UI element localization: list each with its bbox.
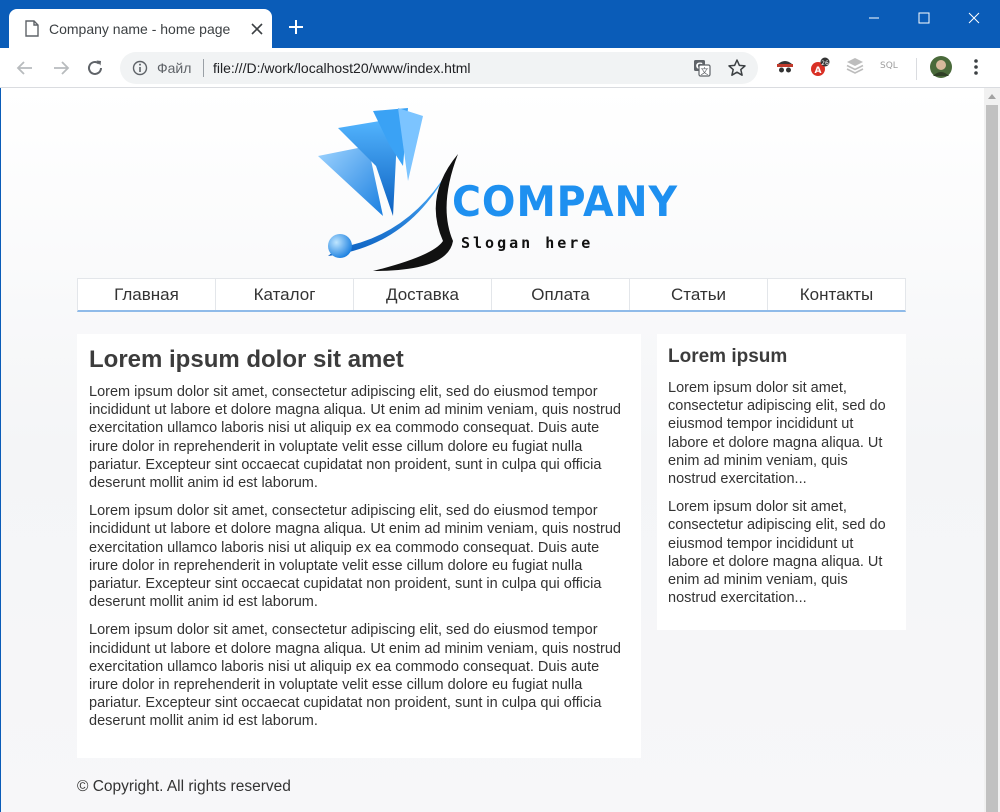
main-content: Lorem ipsum dolor sit amet Lorem ipsum d…: [77, 334, 641, 758]
company-logo[interactable]: COMPANY Slogan here: [298, 106, 688, 276]
address-bar[interactable]: Файл file:///D:/work/localhost20/www/ind…: [120, 52, 758, 84]
svg-text:Slogan here: Slogan here: [461, 234, 593, 252]
svg-text:文: 文: [701, 66, 709, 76]
sql-icon[interactable]: SQL: [880, 61, 898, 71]
layers-icon[interactable]: [845, 56, 865, 76]
profile-avatar[interactable]: [929, 55, 953, 79]
spy-icon[interactable]: [775, 56, 795, 76]
page-viewport: COMPANY Slogan here Главная Каталог Дост…: [0, 88, 984, 812]
tab-title: Company name - home page: [49, 21, 231, 37]
nav-item-home[interactable]: Главная: [78, 279, 216, 310]
svg-text:COMPANY: COMPANY: [452, 177, 678, 226]
sidebar-title: Lorem ipsum: [668, 346, 788, 367]
scroll-up-arrow-icon[interactable]: [988, 94, 996, 99]
nav-item-payment[interactable]: Оплата: [492, 279, 630, 310]
page-scrollbar[interactable]: [984, 88, 1000, 812]
nav-item-delivery[interactable]: Доставка: [354, 279, 492, 310]
scrollbar-thumb[interactable]: [986, 105, 998, 812]
nav-item-articles[interactable]: Статьи: [630, 279, 768, 310]
main-navigation: Главная Каталог Доставка Оплата Статьи К…: [77, 278, 906, 312]
close-window-icon[interactable]: [964, 8, 984, 28]
main-paragraph: Lorem ipsum dolor sit amet, consectetur …: [89, 503, 621, 611]
reload-icon[interactable]: [84, 57, 106, 79]
nav-item-catalog[interactable]: Каталог: [216, 279, 354, 310]
info-icon[interactable]: [132, 60, 148, 76]
scheme-label: Файл: [157, 60, 192, 76]
svg-text:A: A: [815, 66, 822, 76]
main-paragraph: Lorem ipsum dolor sit amet, consectetur …: [89, 384, 621, 492]
main-title: Lorem ipsum dolor sit amet: [89, 346, 404, 373]
bookmark-star-icon[interactable]: [727, 58, 747, 78]
close-tab-icon[interactable]: [249, 21, 265, 37]
new-tab-icon[interactable]: [287, 18, 305, 36]
sidebar: Lorem ipsum Lorem ipsum dolor sit amet, …: [657, 334, 906, 630]
adblock-icon[interactable]: A 26: [809, 56, 831, 78]
forward-icon[interactable]: [50, 57, 72, 79]
minimize-icon[interactable]: [864, 8, 884, 28]
nav-item-contacts[interactable]: Контакты: [768, 279, 905, 310]
url-text[interactable]: file:///D:/work/localhost20/www/index.ht…: [213, 60, 471, 76]
page-icon: [25, 20, 39, 37]
main-paragraph: Lorem ipsum dolor sit amet, consectetur …: [89, 622, 621, 730]
address-divider: [203, 59, 204, 77]
sidebar-paragraph: Lorem ipsum dolor sit amet, consectetur …: [668, 380, 886, 488]
translate-icon[interactable]: G 文: [693, 59, 711, 77]
back-icon[interactable]: [14, 57, 36, 79]
maximize-icon[interactable]: [914, 8, 934, 28]
svg-text:26: 26: [821, 60, 829, 67]
menu-dots-icon[interactable]: [968, 57, 984, 77]
sidebar-paragraph: Lorem ipsum dolor sit amet, consectetur …: [668, 499, 886, 607]
footer-copyright: © Copyright. All rights reserved: [77, 778, 291, 795]
browser-titlebar: Company name - home page: [0, 0, 1000, 48]
toolbar-divider: [916, 58, 917, 80]
browser-tab[interactable]: Company name - home page: [9, 9, 272, 48]
window-border: [0, 88, 1, 812]
